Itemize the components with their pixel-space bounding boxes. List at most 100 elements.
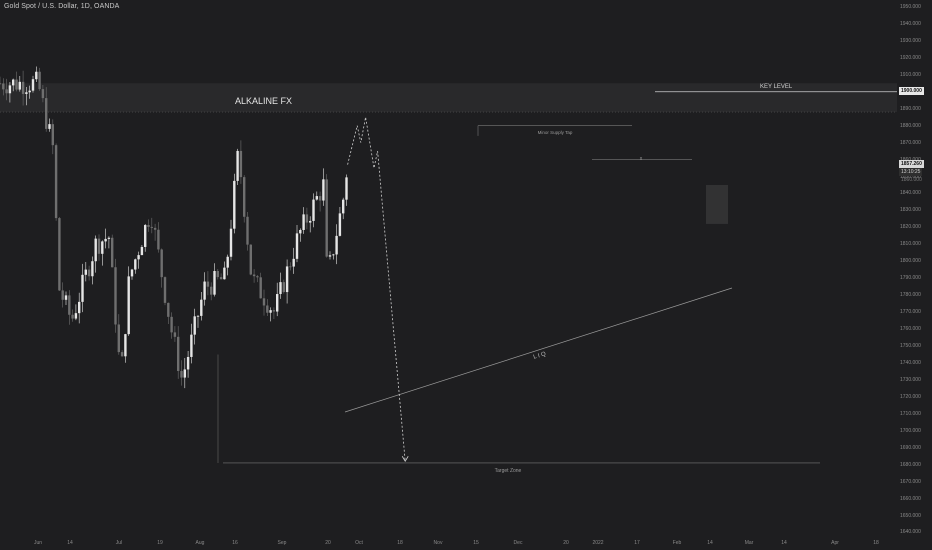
sub-price-badge: 1860.000 xyxy=(901,177,922,183)
time-tick: 2022 xyxy=(592,540,604,546)
price-tick: 1800.000 xyxy=(900,258,921,265)
candle xyxy=(279,282,282,295)
candle xyxy=(94,238,97,262)
candle xyxy=(186,356,190,370)
price-tick: 1790.000 xyxy=(900,275,921,282)
time-axis[interactable]: Jun 14 Jul 19 Aug 16 Sep 20 Oct 18 Nov 15 Dec 20 2022 1… xyxy=(0,536,897,550)
candle xyxy=(97,238,101,254)
candle xyxy=(144,225,147,247)
candle xyxy=(64,295,68,300)
last-price-badge: 1857.260 xyxy=(899,160,924,168)
time-tick: 14 xyxy=(781,540,787,546)
time-tick: 18 xyxy=(397,540,403,546)
candle xyxy=(127,276,130,335)
candle xyxy=(223,267,226,280)
price-tick: 1770.000 xyxy=(900,309,921,316)
candle xyxy=(111,237,114,268)
price-tick: 1870.000 xyxy=(900,139,921,146)
candle xyxy=(309,220,312,223)
price-tick: 1830.000 xyxy=(900,207,921,214)
candle xyxy=(21,81,25,94)
candle xyxy=(295,233,299,259)
price-tick: 1720.000 xyxy=(900,393,921,400)
candle xyxy=(299,229,302,234)
price-tick: 1740.000 xyxy=(900,359,921,366)
candle xyxy=(38,71,41,90)
time-tick: 16 xyxy=(232,540,238,546)
price-tick: 1810.000 xyxy=(900,241,921,248)
watermark-text: ALKALINE FX xyxy=(235,96,292,106)
candle xyxy=(289,266,292,268)
candle xyxy=(318,196,322,201)
candle xyxy=(114,267,117,325)
time-tick: 14 xyxy=(67,540,73,546)
candle xyxy=(315,196,318,200)
candle xyxy=(140,246,144,256)
candle xyxy=(302,214,305,230)
symbol-title[interactable]: Gold Spot / U.S. Dollar, 1D, OANDA xyxy=(4,3,119,10)
countdown-badge: 13:10:25 xyxy=(899,168,923,176)
price-tick: 1780.000 xyxy=(900,292,921,299)
candle xyxy=(45,98,48,129)
candle xyxy=(272,310,276,312)
candle xyxy=(285,266,289,293)
candle xyxy=(61,290,64,300)
candlestick-chart[interactable]: ALKALINE FX KEY LEVEL Minor Supply Tap x L I… xyxy=(0,0,932,550)
candle xyxy=(15,79,18,90)
candle xyxy=(58,218,61,291)
candle xyxy=(54,145,58,219)
candle xyxy=(342,199,345,214)
time-tick: 15 xyxy=(473,540,479,546)
time-tick: Jul xyxy=(115,540,123,546)
price-axis[interactable]: 1950.000 1940.000 1930.000 1920.000 1910.000… xyxy=(897,0,932,550)
price-tick: 1950.000 xyxy=(900,4,921,10)
price-tick: 1690.000 xyxy=(900,444,921,451)
candle xyxy=(2,83,5,90)
candle xyxy=(101,241,104,254)
candle xyxy=(167,302,170,317)
candle xyxy=(5,89,8,94)
time-tick: Dec xyxy=(513,540,523,546)
candle xyxy=(170,316,173,333)
candle xyxy=(203,281,206,300)
price-tick: 1670.000 xyxy=(900,478,921,485)
candle xyxy=(276,294,279,312)
minor-supply-label: Minor Supply Tap xyxy=(538,130,573,135)
price-tick: 1840.000 xyxy=(900,190,921,197)
candle xyxy=(190,334,193,357)
time-tick: 20 xyxy=(563,540,569,546)
candle xyxy=(0,83,2,85)
candle xyxy=(117,324,120,353)
time-tick: Sep xyxy=(277,540,287,546)
candle xyxy=(177,336,180,372)
chart-area[interactable]: ALKALINE FX KEY LEVEL Minor Supply Tap x L I… xyxy=(0,0,932,550)
candle xyxy=(160,249,163,278)
candle xyxy=(183,369,186,378)
time-tick: Aug xyxy=(195,540,205,546)
candle xyxy=(35,71,38,80)
candle xyxy=(312,199,315,221)
candle xyxy=(107,237,111,239)
candle xyxy=(196,315,200,317)
candle xyxy=(226,256,229,268)
price-tick: 1730.000 xyxy=(900,376,921,383)
candle xyxy=(193,316,196,335)
price-tick: 1930.000 xyxy=(900,37,921,44)
candle xyxy=(266,305,269,313)
projection-path xyxy=(347,117,406,462)
candle xyxy=(243,177,246,217)
candle xyxy=(31,79,35,91)
candle xyxy=(322,179,325,201)
candle xyxy=(134,259,137,270)
price-tick: 1700.000 xyxy=(900,427,921,434)
candle xyxy=(25,92,28,94)
time-tick: Nov xyxy=(433,540,443,546)
candle xyxy=(345,177,348,200)
candle xyxy=(87,269,91,277)
price-tick: 1710.000 xyxy=(900,410,921,417)
candle xyxy=(282,282,285,293)
time-tick: 14 xyxy=(707,540,713,546)
price-tick: 1650.000 xyxy=(900,512,921,519)
time-tick: 18 xyxy=(873,540,879,546)
candle xyxy=(41,89,45,99)
